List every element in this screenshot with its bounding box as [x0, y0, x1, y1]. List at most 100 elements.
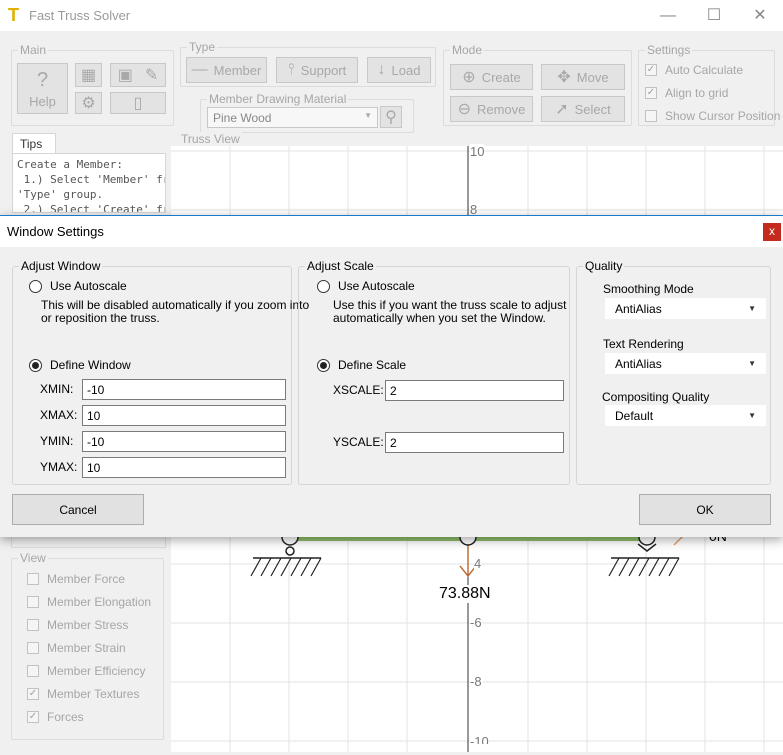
dialog-title: Window Settings — [7, 224, 104, 239]
remove-mode-button[interactable]: ⊖ Remove — [450, 96, 533, 122]
xmin-input[interactable] — [82, 379, 286, 400]
minimize-button[interactable]: — — [645, 0, 691, 31]
document-icon: ▯ — [133, 95, 143, 112]
show-cursor-position-checkbox[interactable]: Show Cursor Position — [645, 109, 780, 123]
checkbox-empty-icon — [27, 573, 39, 585]
select-mode-label: Select — [574, 101, 611, 117]
member-textures-label: Member Textures — [47, 687, 140, 701]
create-mode-button[interactable]: ⊕ Create — [450, 64, 533, 90]
help-button[interactable]: ? Help — [17, 63, 68, 114]
create-mode-label: Create — [481, 69, 521, 85]
material-tool-button[interactable]: ⚲ — [380, 106, 402, 128]
member-textures-checkbox[interactable]: ✓ Member Textures — [27, 687, 139, 701]
smoothing-mode-select[interactable]: AntiAlias ▼ — [605, 298, 766, 319]
close-button[interactable]: ✕ — [737, 0, 783, 31]
load-value-label: 73.88N — [436, 585, 494, 603]
window-use-autoscale-label: Use Autoscale — [50, 279, 127, 293]
checkmark-icon: ✓ — [27, 688, 39, 700]
chevron-down-icon: ▼ — [748, 304, 756, 313]
compositing-quality-value: Default — [615, 408, 654, 423]
compositing-quality-select[interactable]: Default ▼ — [605, 405, 766, 426]
member-strain-checkbox[interactable]: Member Strain — [27, 641, 126, 655]
minus-circle-icon: ⊖ — [457, 101, 471, 118]
help-button-label: Help — [29, 93, 56, 109]
material-group-title: Member Drawing Material — [207, 92, 349, 106]
checkbox-empty-icon — [27, 619, 39, 631]
xscale-input[interactable] — [385, 380, 564, 401]
maximize-button[interactable]: ☐ — [691, 0, 737, 31]
member-stress-label: Member Stress — [47, 618, 129, 632]
forces-checkbox[interactable]: ✓ Forces — [27, 710, 84, 724]
member-line-icon: — — [191, 61, 208, 78]
define-scale-label: Define Scale — [338, 358, 407, 372]
support-type-label: Support — [300, 62, 347, 78]
define-window-radio[interactable]: Define Window — [29, 358, 131, 372]
move-mode-button[interactable]: ✥ Move — [541, 64, 625, 90]
ymin-label: YMIN: — [40, 434, 74, 448]
ymax-input[interactable] — [82, 457, 286, 478]
dialog-titlebar: Window Settings x — [0, 216, 783, 247]
smoothing-mode-label: Smoothing Mode — [603, 282, 694, 296]
window-settings-dialog: Window Settings x Adjust Window Use Auto… — [0, 215, 783, 537]
yscale-input[interactable] — [385, 432, 564, 453]
edit-icon: ✎ — [144, 67, 159, 84]
xscale-label: XSCALE: — [333, 383, 384, 397]
member-elongation-checkbox[interactable]: Member Elongation — [27, 595, 151, 609]
member-force-checkbox[interactable]: Member Force — [27, 572, 125, 586]
member-strain-label: Member Strain — [47, 641, 126, 655]
plus-circle-icon: ⊕ — [462, 69, 476, 86]
support-type-button[interactable]: ⫯ Support — [276, 57, 358, 83]
yscale-label: YSCALE: — [333, 435, 384, 449]
scale-use-autoscale-radio[interactable]: Use Autoscale — [317, 279, 415, 293]
member-force-label: Member Force — [47, 572, 126, 586]
app-logo-icon: T — [8, 5, 19, 25]
settings-button[interactable]: ⚙ — [75, 92, 102, 114]
ymax-label: YMAX: — [40, 460, 78, 474]
calculator-icon: ▦ — [80, 67, 97, 84]
type-group-title: Type — [187, 40, 218, 54]
scale-autoscale-desc-2: automatically when you set the Window. — [333, 311, 546, 325]
ymin-input[interactable] — [82, 431, 286, 452]
compositing-quality-label: Compositing Quality — [602, 390, 710, 404]
view-group-title: View — [18, 551, 48, 565]
align-to-grid-label: Align to grid — [665, 86, 729, 100]
member-type-button[interactable]: — Member — [186, 57, 267, 83]
load-type-button[interactable]: ↓ Load — [367, 57, 431, 83]
member-efficiency-checkbox[interactable]: Member Efficiency — [27, 664, 145, 678]
cancel-button[interactable]: Cancel — [12, 494, 144, 525]
member-efficiency-label: Member Efficiency — [47, 664, 146, 678]
tips-text: Create a Member: 1.) Select 'Member' fro… — [12, 153, 166, 213]
axis-label-y: -10 — [470, 734, 489, 744]
tab-tips[interactable]: Tips — [12, 133, 56, 154]
app-titlebar: T Fast Truss Solver — ☐ ✕ — [0, 0, 783, 31]
gear-icon: ⚙ — [81, 95, 96, 112]
checkbox-empty-icon — [27, 642, 39, 654]
dialog-close-button[interactable]: x — [763, 223, 781, 241]
mode-group-title: Mode — [450, 43, 485, 57]
chevron-down-icon: ▼ — [748, 411, 756, 420]
xmax-input[interactable] — [82, 405, 286, 426]
align-to-grid-checkbox[interactable]: ✓ Align to grid — [645, 86, 728, 100]
text-rendering-select[interactable]: AntiAlias ▼ — [605, 353, 766, 374]
adjust-scale-title: Adjust Scale — [305, 259, 376, 273]
scale-use-autoscale-label: Use Autoscale — [338, 279, 415, 293]
save-edit-buttons[interactable]: ▣ ✎ — [110, 63, 166, 87]
radio-on-icon — [29, 358, 42, 372]
window-use-autoscale-radio[interactable]: Use Autoscale — [29, 279, 127, 293]
arrow-down-icon: ↓ — [377, 61, 386, 78]
auto-calculate-checkbox[interactable]: ✓ Auto Calculate — [645, 63, 743, 77]
checkmark-icon: ✓ — [645, 87, 657, 99]
material-select[interactable]: Pine Wood ▼ — [207, 107, 378, 128]
remove-mode-label: Remove — [476, 101, 526, 117]
define-window-label: Define Window — [50, 358, 131, 372]
question-icon: ? — [36, 68, 49, 91]
ok-button[interactable]: OK — [639, 494, 771, 525]
axis-label-y: 4 — [474, 556, 482, 571]
select-mode-button[interactable]: ➚ Select — [541, 96, 625, 122]
define-scale-radio[interactable]: Define Scale — [317, 358, 406, 372]
member-stress-checkbox[interactable]: Member Stress — [27, 618, 128, 632]
calculator-button[interactable]: ▦ — [75, 63, 102, 87]
checkmark-icon: ✓ — [27, 711, 39, 723]
new-file-button[interactable]: ▯ — [110, 92, 166, 114]
axis-label-y: 10 — [470, 144, 485, 159]
